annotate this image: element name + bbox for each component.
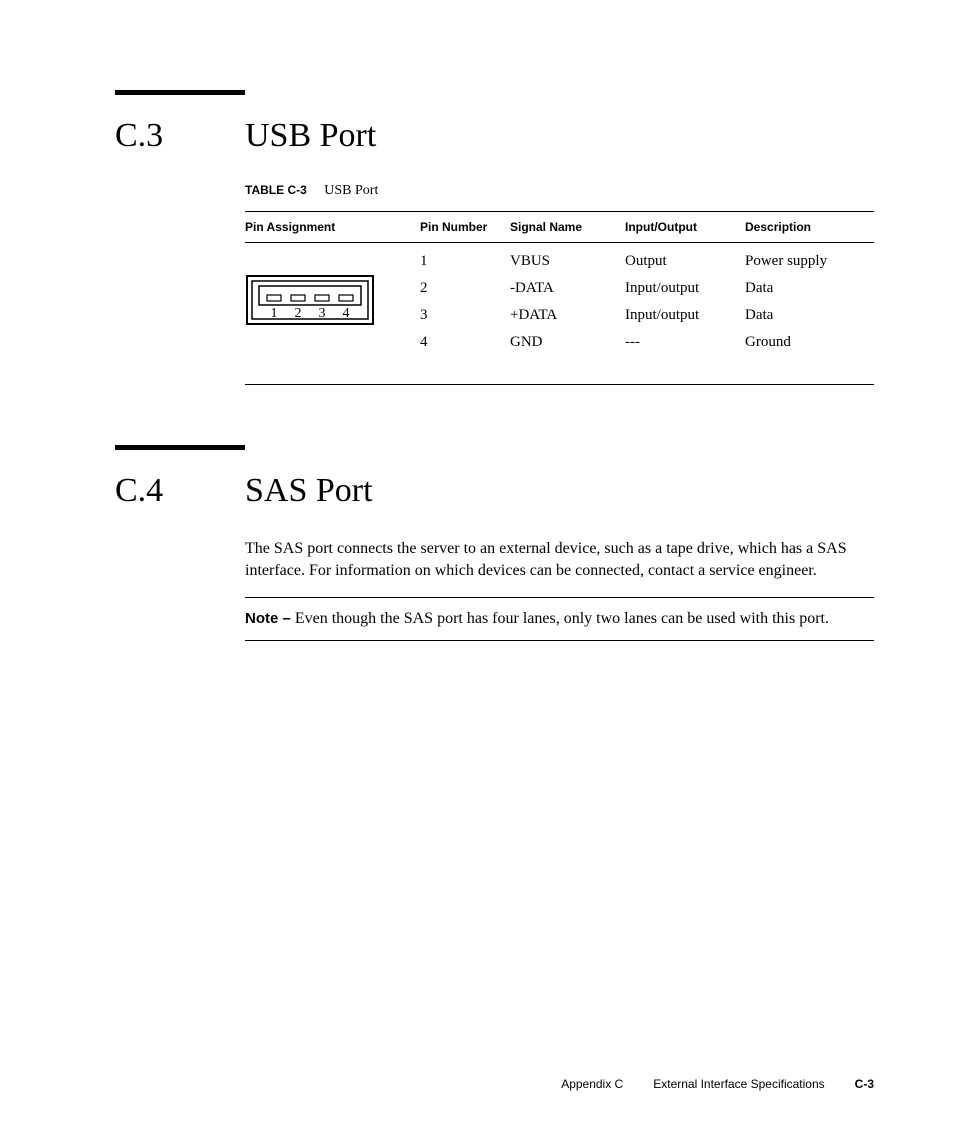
- cell-desc: Data: [745, 302, 874, 329]
- cell-pin-number: 3: [420, 302, 510, 329]
- section-rule: [115, 90, 245, 95]
- footer-title: External Interface Specifications: [653, 1077, 824, 1091]
- cell-signal: VBUS: [510, 243, 625, 276]
- svg-text:3: 3: [319, 306, 326, 321]
- cell-desc: Ground: [745, 329, 874, 356]
- table-title: USB Port: [324, 183, 378, 198]
- usb-port-table: Pin Assignment Pin Number Signal Name In…: [245, 211, 874, 356]
- cell-io: Output: [625, 243, 745, 276]
- usb-connector-icon: 1 2 3 4: [245, 274, 375, 326]
- cell-signal: -DATA: [510, 275, 625, 302]
- section-heading-sas: C.4 SAS Port: [115, 472, 874, 510]
- col-description: Description: [745, 212, 874, 243]
- page-number: C-3: [855, 1077, 874, 1091]
- body-paragraph: The SAS port connects the server to an e…: [245, 538, 874, 581]
- section-heading-usb: C.3 USB Port: [115, 117, 874, 155]
- cell-io: Input/output: [625, 302, 745, 329]
- pin-assignment-diagram-cell: 1 2 3 4: [245, 243, 420, 357]
- table-caption: TABLE C-3 USB Port: [245, 183, 874, 199]
- svg-text:1: 1: [271, 306, 278, 321]
- footer-appendix: Appendix C: [561, 1077, 623, 1091]
- cell-pin-number: 2: [420, 275, 510, 302]
- table-label: TABLE C-3: [245, 183, 307, 197]
- note-block: Note – Even though the SAS port has four…: [245, 597, 874, 641]
- section-title: USB Port: [245, 117, 376, 155]
- svg-text:4: 4: [343, 306, 350, 321]
- section-title: SAS Port: [245, 472, 373, 510]
- cell-desc: Power supply: [745, 243, 874, 276]
- table-row: 1 2 3 4 1 VBUS Output Power supply: [245, 243, 874, 276]
- col-pin-assignment: Pin Assignment: [245, 212, 420, 243]
- note-text: Even though the SAS port has four lanes,…: [291, 610, 829, 627]
- section-rule: [115, 445, 245, 450]
- cell-pin-number: 1: [420, 243, 510, 276]
- note-label: Note –: [245, 610, 291, 627]
- cell-io: Input/output: [625, 275, 745, 302]
- section-number: C.3: [115, 117, 245, 155]
- col-pin-number: Pin Number: [420, 212, 510, 243]
- cell-desc: Data: [745, 275, 874, 302]
- cell-io: ---: [625, 329, 745, 356]
- col-input-output: Input/Output: [625, 212, 745, 243]
- page-footer: Appendix C External Interface Specificat…: [561, 1077, 874, 1091]
- table-header-row: Pin Assignment Pin Number Signal Name In…: [245, 212, 874, 243]
- section-number: C.4: [115, 472, 245, 510]
- cell-signal: GND: [510, 329, 625, 356]
- cell-signal: +DATA: [510, 302, 625, 329]
- col-signal-name: Signal Name: [510, 212, 625, 243]
- cell-pin-number: 4: [420, 329, 510, 356]
- svg-text:2: 2: [295, 306, 302, 321]
